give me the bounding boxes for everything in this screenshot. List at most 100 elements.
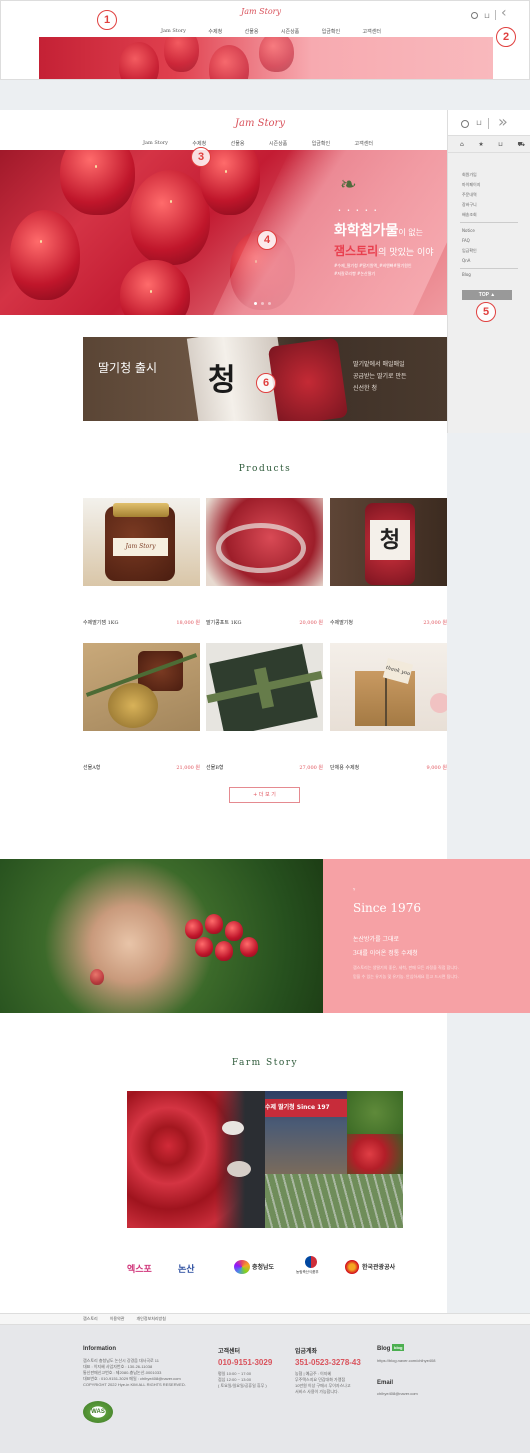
product-image-jam[interactable]: Jam Story xyxy=(83,498,200,586)
cart-icon[interactable]: ⊔ xyxy=(484,12,490,20)
nav-item-handmade[interactable]: 수제청 xyxy=(192,140,206,147)
footer-bank-line: 서비스 사용이 가능합니다. xyxy=(295,1389,339,1394)
footer-link-company[interactable]: 잼스토리 xyxy=(83,1316,98,1322)
footer-link-bar: 잼스토리 이용약관 개인정보처리방침 xyxy=(0,1313,530,1325)
sidebar-link[interactable]: FAQ xyxy=(462,236,477,246)
sidebar-link[interactable]: QnA xyxy=(462,256,477,266)
product-name[interactable]: 수제딸기청 xyxy=(330,619,353,626)
product-image-group-syrup[interactable]: thank you xyxy=(330,643,447,731)
product-caption: 수제딸기잼 1KG 18,000 원 xyxy=(83,619,200,626)
farm-photo-harvest xyxy=(127,1091,265,1228)
footer-info-title: Information xyxy=(83,1346,116,1352)
hero-tags-1: #수제_딸기청 #딸기원액_#비엔빠#딸기원인 xyxy=(334,263,412,268)
mini-hero-strip xyxy=(39,37,493,79)
hero-dots: ••••• xyxy=(338,208,383,214)
slider-dot[interactable] xyxy=(261,302,264,305)
top-button[interactable]: TOP ▲ xyxy=(462,290,512,300)
callout-6: 6 xyxy=(256,373,276,393)
product-price: 27,000 원 xyxy=(299,765,323,771)
star-icon[interactable]: ★ xyxy=(478,141,483,149)
product-name[interactable]: 수제딸기잼 1KG xyxy=(83,619,119,626)
blog-badge-icon: blog xyxy=(392,1344,405,1351)
footer-email-title: Email xyxy=(377,1380,394,1386)
mini-nav-item[interactable]: 입금확인 xyxy=(322,28,340,35)
chevron-left-icon[interactable]: ‹ xyxy=(501,5,507,21)
footer-link-terms[interactable]: 이용약관 xyxy=(110,1316,125,1322)
product-name[interactable]: 딸기콩포트 1KG xyxy=(206,619,242,626)
product-name[interactable]: 단체용 수제청 xyxy=(330,764,359,771)
more-button[interactable]: + 더 보 기 xyxy=(229,787,300,803)
sidebar-link[interactable]: 배송조회 xyxy=(462,210,480,220)
sidebar-link[interactable]: Notice xyxy=(462,226,477,236)
mini-nav-item[interactable]: 선물용 xyxy=(245,28,259,35)
divider xyxy=(495,10,496,20)
divider xyxy=(488,118,489,129)
partner-logo-ministry[interactable]: 농림축산식품부 xyxy=(296,1270,319,1275)
sidebar-link[interactable]: 회원가입 xyxy=(462,170,480,180)
nav-item-deposit[interactable]: 입금확인 xyxy=(312,140,330,147)
user-icon[interactable] xyxy=(471,12,478,19)
sidebar-link[interactable]: 마이페이지 xyxy=(462,180,480,190)
partner-logo-expo[interactable]: 엑스포 xyxy=(127,1262,152,1275)
user-icon[interactable] xyxy=(461,120,469,128)
product-name[interactable]: 선물B형 xyxy=(206,764,223,771)
footer-links: 잼스토리 이용약관 개인정보처리방침 xyxy=(83,1316,166,1322)
product-image-gift-b[interactable] xyxy=(206,643,323,731)
sidebar-link[interactable]: 주문내역 xyxy=(462,190,480,200)
nav-item-season[interactable]: 시즌상품 xyxy=(269,140,287,147)
nav-item-service[interactable]: 고객센터 xyxy=(355,140,373,147)
callout-5: 5 xyxy=(476,302,496,322)
site-logo[interactable]: Jam Story xyxy=(230,118,290,129)
mini-nav-item[interactable]: 시즌상품 xyxy=(281,28,299,35)
sidebar-link[interactable]: 장바구니 xyxy=(462,200,480,210)
nav-item-gift[interactable]: 선물용 xyxy=(231,140,245,147)
main-page: Jam Story Jam Story 수제청 선물용 시즌상품 입금확인 고객… xyxy=(0,110,530,1313)
mini-nav-item[interactable]: 수제청 xyxy=(208,28,222,35)
jar-berries xyxy=(267,337,349,421)
product-caption: 단체용 수제청 9,000 원 xyxy=(330,764,447,771)
products-title: Products xyxy=(238,464,292,474)
footer-blog-url[interactable]: https://blog.naver.com/chihye408 xyxy=(377,1358,435,1364)
hero-slider[interactable]: ❧ ••••• 화학첨가물이 없는 잼스토리의 맛있는 이야 #수제_딸기청 #… xyxy=(0,150,447,315)
sidebar-link[interactable]: 입금확인 xyxy=(462,246,477,256)
partner-logo-nonsan[interactable]: 논산 xyxy=(178,1262,195,1275)
mini-nav-item[interactable]: Jam Story xyxy=(161,28,186,35)
chevron-right-icon[interactable]: » xyxy=(498,112,508,131)
leaf-icon: ❧ xyxy=(340,172,357,196)
divider xyxy=(460,222,518,223)
slider-dot[interactable] xyxy=(268,302,271,305)
callout-4: 4 xyxy=(257,230,277,250)
product-image-compote[interactable] xyxy=(206,498,323,586)
hero-headline-strong: 화학첨가물 xyxy=(334,223,399,239)
product-caption: 선물A형 21,000 원 xyxy=(83,764,200,771)
product-image-gift-a[interactable] xyxy=(83,643,200,731)
sidebar-link-blog[interactable]: Blog xyxy=(462,272,471,277)
banner-desc-line: 공급받는 딸기로 만든 xyxy=(353,373,407,380)
callout-2: 2 xyxy=(496,27,516,47)
mini-header-preview: Jam Story Jam Story 수제청 선물용 시즌상품 입금확인 고객… xyxy=(0,0,530,80)
quick-sidebar: ⊔ » ⌂ ★ ⊔ ⛟ 회원가입 마이페이지 주문내역 장바구니 배송조회 No… xyxy=(447,110,530,433)
banner-title: 딸기청 출시 xyxy=(98,361,158,375)
footer-link-privacy[interactable]: 개인정보처리방침 xyxy=(136,1316,165,1322)
mini-nav-item[interactable]: 고객센터 xyxy=(363,28,381,35)
truck-icon[interactable]: ⛟ xyxy=(517,141,525,149)
slider-dot[interactable] xyxy=(254,302,257,305)
footer-email[interactable]: chihye408@naver.com xyxy=(377,1391,418,1397)
cart-icon[interactable]: ⊔ xyxy=(498,141,503,149)
partner-logo-chungnam[interactable]: 충청남도 xyxy=(252,1262,274,1271)
footer-cs-phone[interactable]: 010-9151-3029 xyxy=(218,1358,272,1367)
slider-pagination[interactable] xyxy=(254,302,271,305)
product-name[interactable]: 선물A형 xyxy=(83,764,100,771)
cart-icon[interactable]: ⊔ xyxy=(476,119,482,127)
partner-logo-kto[interactable]: 한국관광공사 xyxy=(362,1262,395,1271)
since-line-1: 논산방가를 그대로 xyxy=(353,936,400,943)
farm-title: Farm Story xyxy=(231,1058,299,1068)
mini-logo[interactable]: Jam Story xyxy=(241,7,281,16)
mini-nav: Jam Story 수제청 선물용 시즌상품 입금확인 고객센터 xyxy=(161,28,381,35)
product-image-syrup[interactable]: 청 xyxy=(330,498,447,586)
page: Jam Story Jam Story 수제청 선물용 시즌상품 입금확인 고객… xyxy=(0,0,530,1453)
home-icon[interactable]: ⌂ xyxy=(460,141,464,149)
strawberry-hands-image xyxy=(0,859,323,1013)
nav-item-jamstory[interactable]: Jam Story xyxy=(143,140,168,147)
divider xyxy=(448,152,530,153)
